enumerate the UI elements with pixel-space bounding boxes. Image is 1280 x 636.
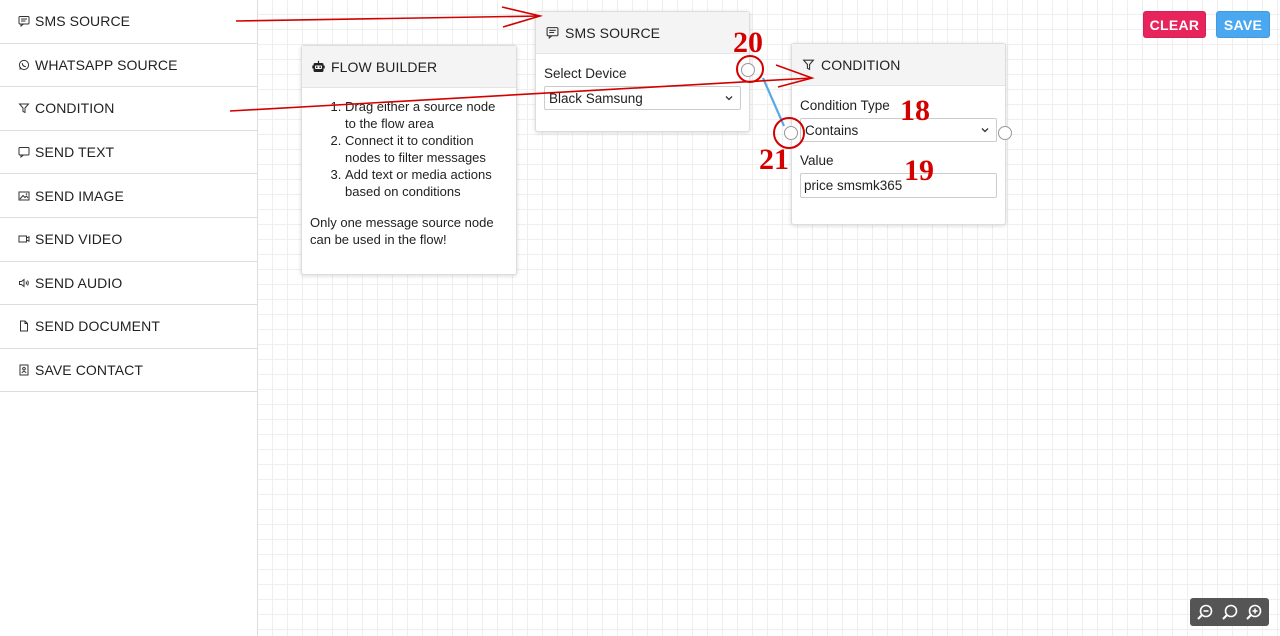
sms-output-port[interactable] (741, 63, 755, 77)
instructions-list: Drag either a source node to the flow ar… (310, 98, 508, 200)
sms-icon (546, 26, 559, 39)
document-icon (18, 320, 30, 332)
annotation-19: 19 (904, 154, 934, 187)
sidebar-item-label: SEND IMAGE (35, 187, 124, 204)
list-item: Add text or media actions based on condi… (345, 166, 508, 200)
flow-builder-panel[interactable]: FLOW BUILDER Drag either a source node t… (301, 45, 517, 275)
sidebar-item-label: CONDITION (35, 100, 115, 117)
value-input-text: price smsmk365 (804, 178, 903, 193)
filter-icon (18, 102, 30, 114)
annotation-21: 21 (759, 143, 789, 176)
sidebar-item-label: SEND AUDIO (35, 274, 123, 291)
sms-node-header[interactable]: SMS SOURCE (536, 12, 749, 54)
zoom-controls (1190, 598, 1269, 626)
sidebar-item-send-text[interactable]: SEND TEXT (0, 131, 257, 175)
annotation-18: 18 (900, 94, 930, 127)
condition-node[interactable]: CONDITION Condition Type Contains Value … (791, 43, 1006, 225)
condition-input-port[interactable] (784, 126, 798, 140)
device-label: Select Device (544, 66, 627, 81)
value-label: Value (800, 153, 834, 168)
sidebar-item-send-document[interactable]: SEND DOCUMENT (0, 305, 257, 349)
annotation-20: 20 (733, 26, 763, 59)
sidebar-item-label: SEND TEXT (35, 144, 115, 161)
sidebar-item-label: SEND DOCUMENT (35, 318, 160, 335)
robot-icon (312, 60, 325, 73)
condition-output-port[interactable] (998, 126, 1012, 140)
message-icon (18, 146, 30, 159)
sidebar-item-save-contact[interactable]: SAVE CONTACT (0, 349, 257, 393)
zoom-reset-icon[interactable] (1221, 603, 1239, 621)
sidebar-item-send-audio[interactable]: SEND AUDIO (0, 262, 257, 306)
condition-node-title: CONDITION (821, 56, 901, 73)
value-input[interactable]: price smsmk365 (800, 173, 997, 198)
condition-node-header[interactable]: CONDITION (792, 44, 1005, 86)
flow-builder-header[interactable]: FLOW BUILDER (302, 46, 516, 88)
list-item: Drag either a source node to the flow ar… (345, 98, 508, 132)
sidebar-item-sms-source[interactable]: SMS SOURCE (0, 0, 257, 44)
whatsapp-icon (18, 59, 30, 71)
sidebar-item-label: SMS SOURCE (35, 13, 131, 30)
image-icon (18, 190, 30, 202)
device-select-value: Black Samsung (549, 90, 643, 106)
source-note: Only one message source node can be used… (310, 215, 494, 247)
chevron-down-icon (724, 91, 734, 106)
audio-icon (18, 277, 30, 289)
condition-type-value: Contains (805, 122, 859, 138)
sidebar: SMS SOURCE WHATSAPP SOURCE CONDITION SEN… (0, 0, 258, 636)
condition-type-label: Condition Type (800, 98, 890, 113)
filter-icon (802, 58, 815, 71)
sms-source-node[interactable]: SMS SOURCE Select Device Black Samsung (535, 11, 750, 132)
sidebar-item-whatsapp-source[interactable]: WHATSAPP SOURCE (0, 44, 257, 88)
zoom-out-icon[interactable] (1196, 603, 1214, 621)
sidebar-item-send-image[interactable]: SEND IMAGE (0, 174, 257, 218)
save-button[interactable]: SAVE (1216, 11, 1270, 38)
zoom-in-icon[interactable] (1245, 603, 1263, 621)
sidebar-item-label: SAVE CONTACT (35, 362, 144, 379)
contact-icon (18, 364, 30, 376)
chevron-down-icon (980, 123, 990, 138)
sms-node-title: SMS SOURCE (565, 24, 661, 41)
flow-builder-title: FLOW BUILDER (331, 58, 438, 75)
clear-button[interactable]: CLEAR (1143, 11, 1206, 38)
sidebar-item-condition[interactable]: CONDITION (0, 87, 257, 131)
sms-icon (18, 15, 30, 28)
list-item: Connect it to condition nodes to filter … (345, 132, 508, 166)
sidebar-item-label: SEND VIDEO (35, 231, 123, 248)
sidebar-item-label: WHATSAPP SOURCE (35, 56, 178, 73)
condition-type-select[interactable]: Contains (800, 118, 997, 142)
device-select[interactable]: Black Samsung (544, 86, 741, 110)
video-icon (18, 233, 30, 245)
sidebar-item-send-video[interactable]: SEND VIDEO (0, 218, 257, 262)
